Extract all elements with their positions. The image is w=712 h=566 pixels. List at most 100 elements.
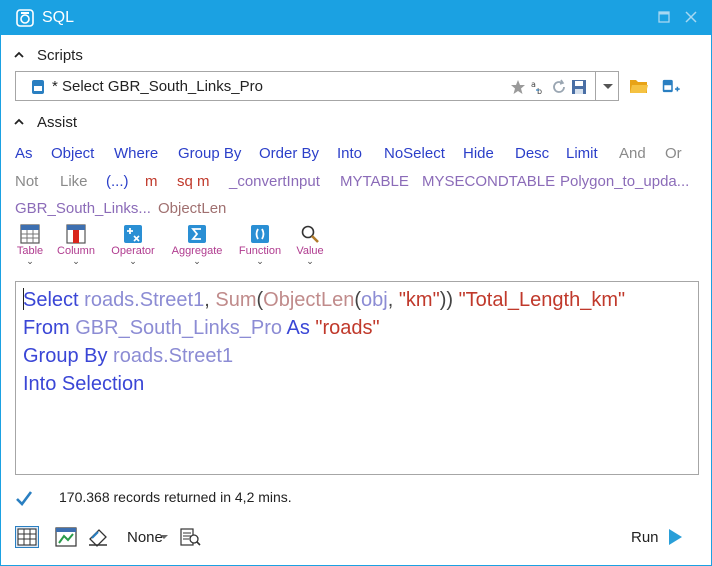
table-polygon-to-update[interactable]: Polygon_to_upda... bbox=[560, 173, 689, 190]
token-roads-street1: roads.Street1 bbox=[113, 345, 234, 367]
token-km-string: "km" bbox=[398, 289, 440, 311]
aggregate-tool-button[interactable]: Aggregate ⌄ bbox=[169, 224, 225, 270]
editor-line-3: Group By roads.Street1 bbox=[23, 342, 698, 370]
keyword-or[interactable]: Or bbox=[665, 145, 682, 162]
refresh-icon[interactable] bbox=[551, 79, 567, 95]
chart-view-icon[interactable] bbox=[55, 527, 77, 547]
script-selector[interactable]: * Select GBR_South_Links_Pro ab bbox=[15, 71, 619, 101]
unit-sq-m[interactable]: sq m bbox=[177, 173, 210, 190]
query-plan-icon[interactable] bbox=[179, 527, 201, 547]
save-icon[interactable] bbox=[571, 79, 587, 95]
keyword-order-by[interactable]: Order By bbox=[259, 145, 319, 162]
table-mysecondtable[interactable]: MYSECONDTABLE bbox=[422, 173, 555, 190]
chevron-down-icon: ⌄ bbox=[306, 256, 314, 266]
star-icon[interactable] bbox=[510, 79, 526, 95]
column-icon bbox=[66, 224, 86, 244]
token-into-selection: Into Selection bbox=[23, 373, 145, 395]
keyword-noselect[interactable]: NoSelect bbox=[384, 145, 445, 162]
restore-button[interactable] bbox=[656, 10, 672, 26]
token-group-by: Group By bbox=[23, 345, 108, 367]
token-objectlen: ObjectLen bbox=[263, 289, 355, 311]
keyword-ellipsis[interactable]: (...) bbox=[106, 173, 129, 190]
play-icon bbox=[668, 529, 682, 545]
token-roads-street1: roads.Street1 bbox=[84, 289, 205, 311]
editor-line-2: From GBR_South_Links_Pro As "roads" bbox=[23, 314, 698, 342]
keyword-where[interactable]: Where bbox=[114, 145, 158, 162]
keyword-desc[interactable]: Desc bbox=[515, 145, 549, 162]
token-from: From bbox=[23, 317, 70, 339]
restore-icon bbox=[658, 11, 670, 23]
keyword-object[interactable]: Object bbox=[51, 145, 94, 162]
sql-window: SQL Scripts * Select GBR_South_Links_Pro… bbox=[0, 0, 712, 566]
token-table-name: GBR_South_Links_Pro bbox=[75, 317, 283, 339]
token-as: As bbox=[286, 317, 310, 339]
sql-editor[interactable]: Select roads.Street1, Sum(ObjectLen(obj,… bbox=[15, 281, 699, 475]
editor-line-4: Into Selection bbox=[23, 370, 698, 398]
assist-keywords-row-2: Not Like (...) m sq m _convertInput MYTA… bbox=[15, 173, 699, 193]
function-tool-button[interactable]: Function ⌄ bbox=[232, 224, 288, 270]
column-tool-button[interactable]: Column ⌄ bbox=[48, 224, 104, 270]
run-button[interactable]: Run bbox=[631, 525, 683, 549]
window-title: SQL bbox=[42, 9, 75, 26]
close-icon bbox=[685, 11, 697, 23]
assist-header-label: Assist bbox=[37, 113, 78, 131]
chevron-down-icon: ⌄ bbox=[256, 256, 264, 266]
value-tool-button[interactable]: Value ⌄ bbox=[282, 224, 338, 270]
table-mytable[interactable]: MYTABLE bbox=[340, 173, 409, 190]
keyword-limit[interactable]: Limit bbox=[566, 145, 598, 162]
svg-text:a: a bbox=[531, 80, 536, 89]
chevron-down-icon[interactable] bbox=[160, 535, 168, 539]
token-obj: obj bbox=[361, 289, 388, 311]
keyword-not[interactable]: Not bbox=[15, 173, 38, 190]
scripts-section-header[interactable]: Scripts bbox=[13, 44, 83, 66]
chevron-up-icon bbox=[14, 51, 24, 58]
status-message: 170.368 records returned in 4,2 mins. bbox=[59, 489, 292, 505]
function-convertinput[interactable]: _convertInput bbox=[229, 173, 320, 190]
table-gbr-south-links[interactable]: GBR_South_Links... bbox=[15, 200, 151, 217]
title-bar: SQL bbox=[1, 1, 711, 35]
chevron-down-icon: ⌄ bbox=[129, 256, 137, 266]
keyword-as[interactable]: As bbox=[15, 145, 33, 162]
close-button[interactable] bbox=[683, 10, 699, 26]
keyword-like[interactable]: Like bbox=[60, 173, 88, 190]
token-alias-string: "Total_Length_km" bbox=[458, 289, 626, 311]
grid-view-icon[interactable] bbox=[15, 526, 39, 548]
token-comma-2: , bbox=[387, 289, 394, 311]
scripts-header-label: Scripts bbox=[37, 46, 83, 64]
chevron-down-icon bbox=[603, 84, 613, 89]
new-script-icon[interactable] bbox=[662, 77, 682, 95]
function-icon bbox=[251, 225, 269, 243]
status-bar: 170.368 records returned in 4,2 mins. bbox=[15, 487, 292, 509]
assist-keywords-row-1: As Object Where Group By Order By Into N… bbox=[15, 145, 699, 165]
token-roads-string: "roads" bbox=[315, 317, 380, 339]
sql-app-icon bbox=[16, 9, 34, 27]
function-objectlen[interactable]: ObjectLen bbox=[158, 200, 226, 217]
keyword-group-by[interactable]: Group By bbox=[178, 145, 241, 162]
operator-tool-button[interactable]: Operator ⌄ bbox=[105, 224, 161, 270]
keyword-and[interactable]: And bbox=[619, 145, 646, 162]
chevron-down-icon: ⌄ bbox=[72, 256, 80, 266]
style-selector-label[interactable]: None bbox=[127, 529, 163, 546]
token-paren-open-2: ( bbox=[354, 289, 361, 311]
assist-section-header[interactable]: Assist bbox=[13, 111, 77, 133]
chevron-down-icon: ⌄ bbox=[193, 256, 201, 266]
script-name: * Select GBR_South_Links_Pro bbox=[52, 78, 263, 95]
token-comma: , bbox=[204, 289, 210, 311]
rename-icon[interactable]: ab bbox=[530, 79, 546, 95]
table-icon bbox=[20, 224, 40, 244]
style-icon[interactable] bbox=[87, 527, 109, 547]
keyword-into[interactable]: Into bbox=[337, 145, 362, 162]
open-folder-icon[interactable] bbox=[629, 77, 649, 95]
svg-text:b: b bbox=[537, 87, 542, 95]
run-label: Run bbox=[631, 528, 659, 546]
token-sum: Sum bbox=[215, 289, 257, 311]
magnifier-icon bbox=[301, 225, 319, 243]
token-paren-close: )) bbox=[439, 289, 454, 311]
unit-m[interactable]: m bbox=[145, 173, 158, 190]
keyword-hide[interactable]: Hide bbox=[463, 145, 494, 162]
database-icon bbox=[32, 80, 44, 94]
checkmark-icon bbox=[16, 491, 33, 506]
token-select: Select bbox=[23, 289, 79, 311]
bottom-toolbar: None Run bbox=[15, 523, 699, 551]
script-dropdown-button[interactable] bbox=[595, 71, 619, 101]
